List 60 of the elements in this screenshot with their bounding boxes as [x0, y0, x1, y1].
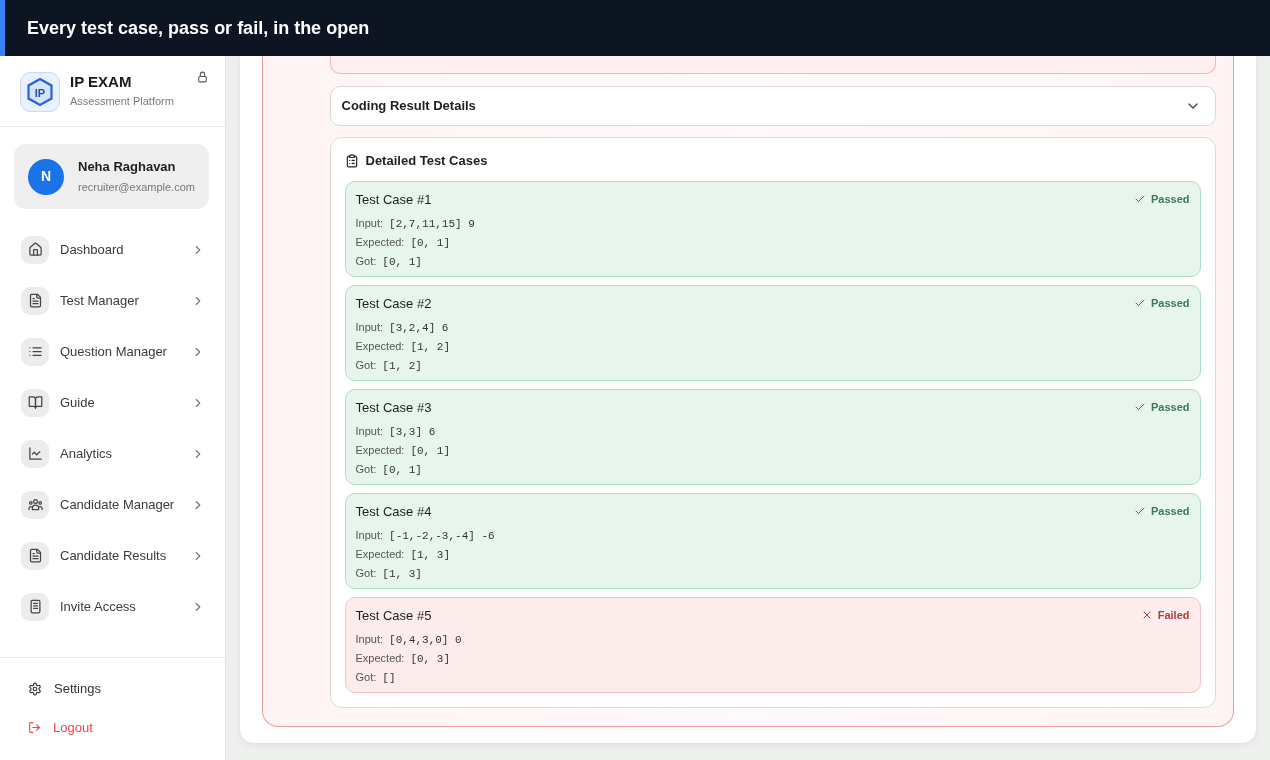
coding-details-accordion[interactable]: Coding Result Details [329, 86, 1216, 126]
test-case-title: Test Case #3 [355, 399, 432, 417]
brand-name: IP EXAM [70, 73, 133, 91]
case-detail-line: Input: [3,2,4] 6 [355, 320, 450, 336]
logout-icon [28, 721, 41, 734]
brand-logo: IP [20, 72, 60, 112]
document-icon [21, 541, 49, 570]
nav-item[interactable]: Analytics [0, 428, 225, 479]
status-label: Passed [1150, 504, 1190, 518]
check-icon [1133, 193, 1146, 205]
nav-item[interactable]: Guide [0, 377, 225, 428]
case-detail-line: Got: [1, 2] [355, 358, 423, 374]
case-detail-line: Expected: [1, 2] [355, 339, 452, 355]
document-icon [21, 286, 49, 315]
status-label: Passed [1150, 400, 1190, 414]
list-icon [21, 337, 49, 366]
user-email: recruiter@example.com [78, 180, 195, 194]
people-icon [21, 490, 49, 519]
notepad-icon [21, 592, 49, 621]
avatar: N [28, 158, 64, 195]
clipboard-icon [344, 154, 359, 168]
status-label: Failed [1157, 608, 1190, 622]
nav-item[interactable]: Candidate Results [0, 530, 225, 581]
test-case-title: Test Case #5 [355, 607, 432, 625]
status-label: Passed [1150, 192, 1190, 206]
check-icon [1133, 401, 1146, 413]
case-detail-line: Input: [-1,-2,-3,-4] -6 [355, 528, 496, 544]
status-label: Passed [1150, 296, 1190, 310]
nav-item[interactable]: Dashboard [0, 224, 225, 275]
case-detail-line: Got: [0, 1] [355, 462, 423, 478]
line-chart-icon [21, 439, 49, 468]
case-detail-line: Expected: [1, 3] [355, 547, 452, 563]
lock-icon[interactable] [196, 70, 209, 84]
settings-icon [28, 681, 42, 696]
test-case-title: Test Case #1 [355, 191, 432, 209]
user-name: Neha Raghavan [78, 159, 177, 175]
brand-tagline: Assessment Platform [70, 94, 174, 108]
nav-item[interactable]: Test Manager [0, 275, 225, 326]
case-detail-line: Got: [] [355, 670, 397, 686]
book-icon [21, 388, 49, 417]
check-icon [1133, 297, 1146, 309]
section-title: Detailed Test Cases [365, 152, 488, 171]
home-icon [21, 235, 49, 264]
test-case-title: Test Case #2 [355, 295, 432, 313]
nav-item[interactable]: Question Manager [0, 326, 225, 377]
case-detail-line: Expected: [0, 1] [355, 235, 452, 251]
case-detail-line: Expected: [0, 1] [355, 443, 452, 459]
check-icon [1133, 505, 1146, 517]
case-detail-line: Expected: [0, 3] [355, 651, 452, 667]
case-detail-line: Got: [0, 1] [355, 254, 423, 270]
banner-title: Every test case, pass or fail, in the open [27, 16, 370, 40]
case-detail-line: Input: [2,7,11,15] 9 [355, 216, 476, 232]
nav-item[interactable]: Candidate Manager [0, 479, 225, 530]
nav-item[interactable]: Invite Access [0, 581, 225, 632]
case-detail-line: Input: [0,4,3,0] 0 [355, 632, 463, 648]
case-detail-line: Got: [1, 3] [355, 566, 423, 582]
test-case-title: Test Case #4 [355, 503, 432, 521]
settings-link[interactable]: Settings [28, 669, 225, 708]
case-detail-line: Input: [3,3] 6 [355, 424, 437, 440]
logout-link[interactable]: Logout [28, 708, 225, 747]
